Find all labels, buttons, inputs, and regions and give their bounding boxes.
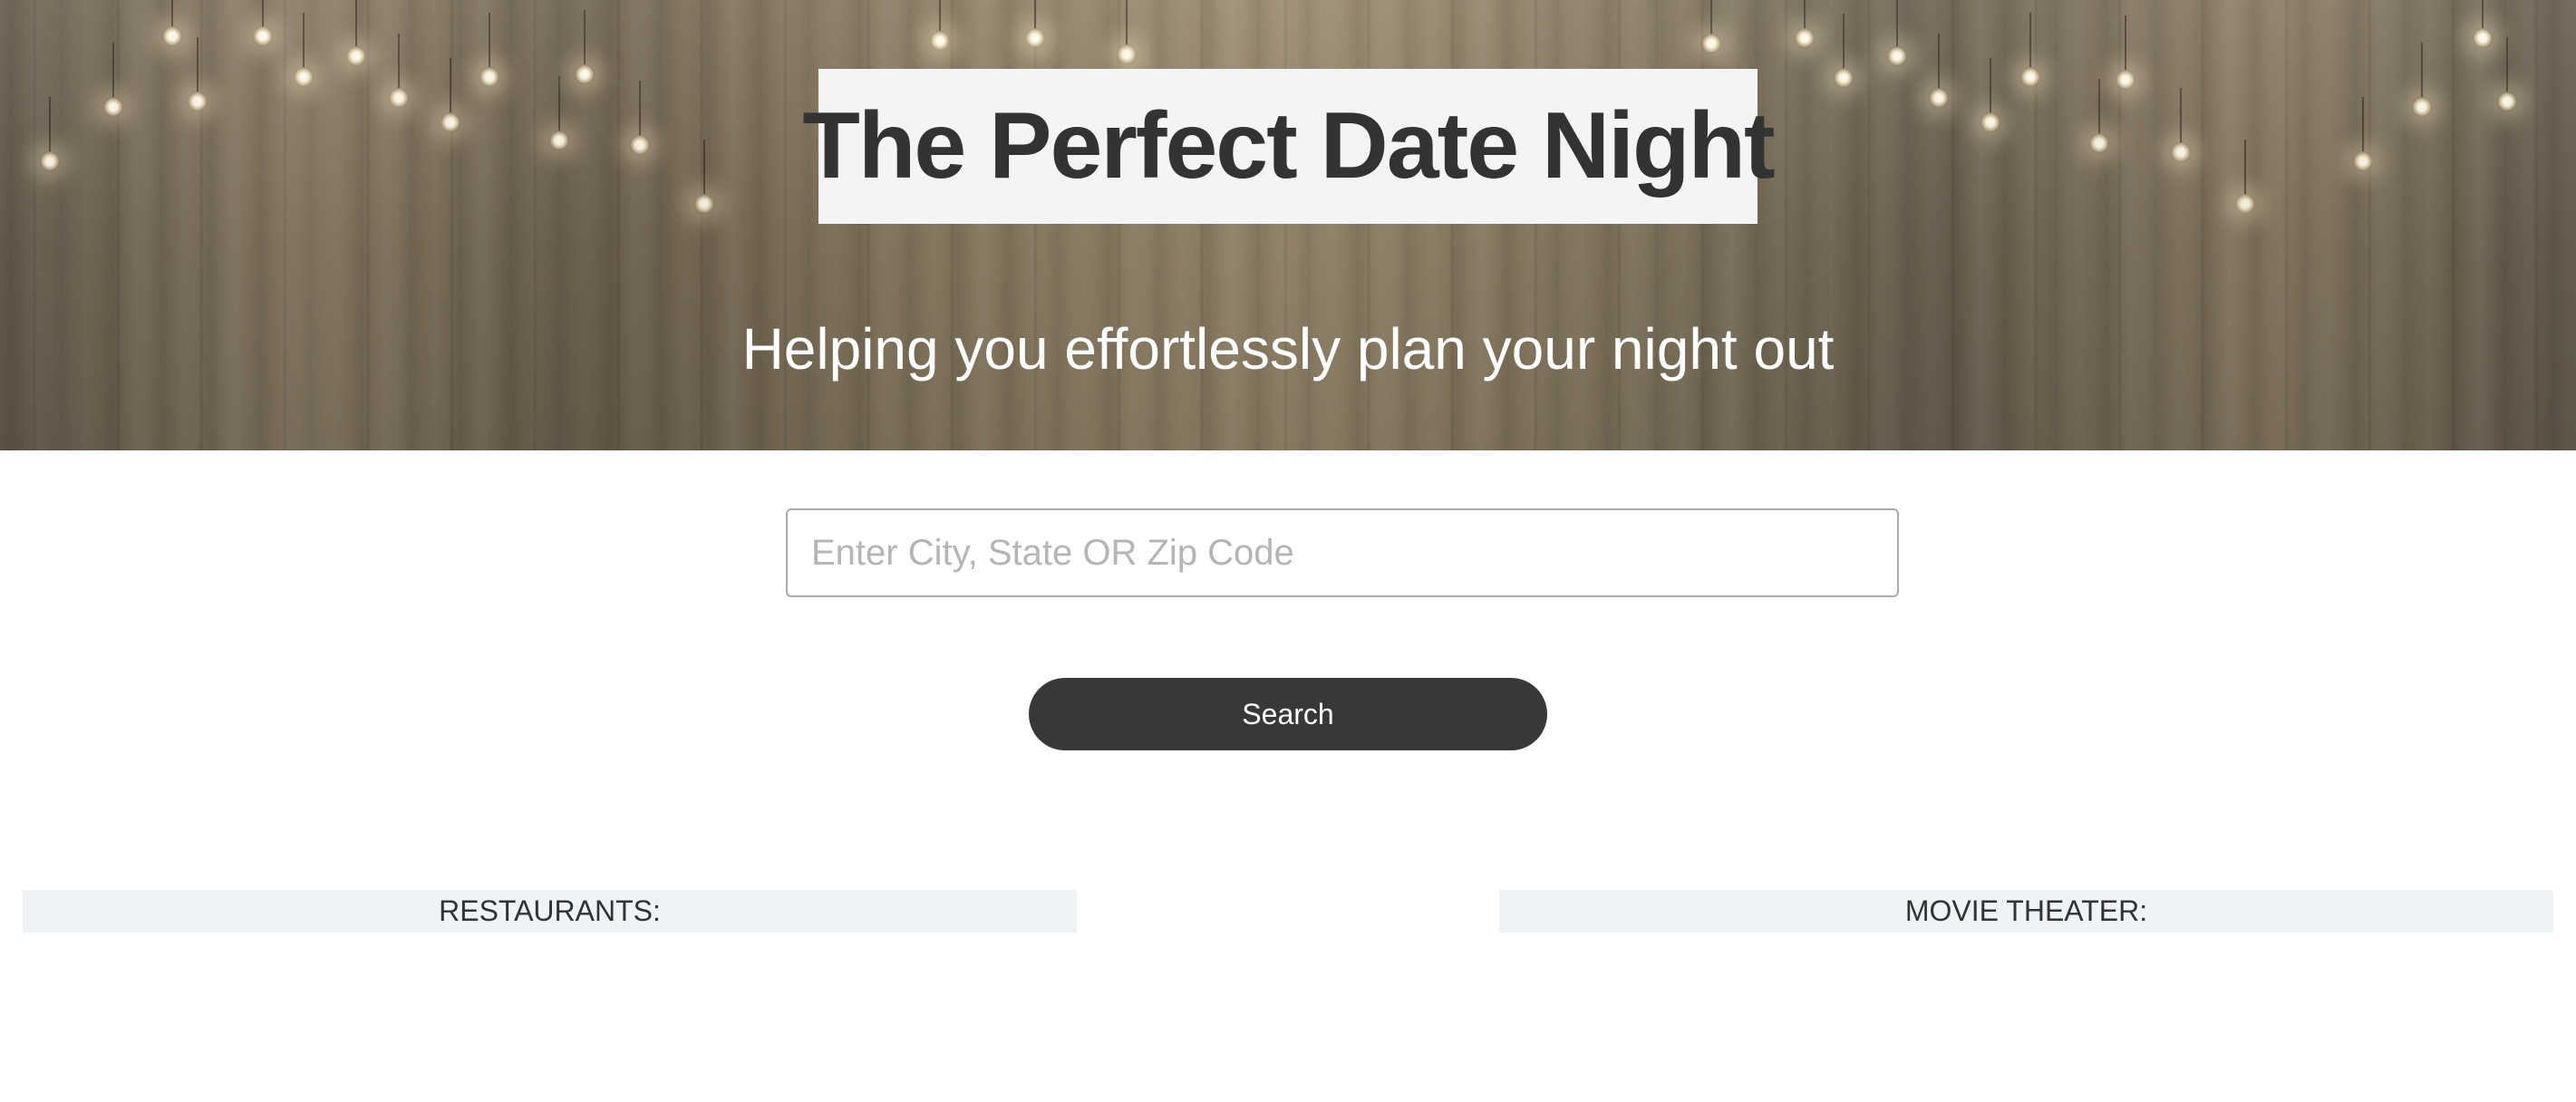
location-search-input[interactable] <box>786 508 1899 597</box>
page-title: The Perfect Date Night <box>802 93 1775 198</box>
page-subtitle: Helping you effortlessly plan your night… <box>741 316 1835 382</box>
restaurants-header: RESTAURANTS: <box>23 890 1077 933</box>
movie-theater-header: MOVIE THEATER: <box>1499 890 2553 933</box>
hero-banner: The Perfect Date Night Helping you effor… <box>0 0 2576 450</box>
search-button[interactable]: Search <box>1029 678 1547 750</box>
title-box: The Perfect Date Night <box>802 69 1776 224</box>
